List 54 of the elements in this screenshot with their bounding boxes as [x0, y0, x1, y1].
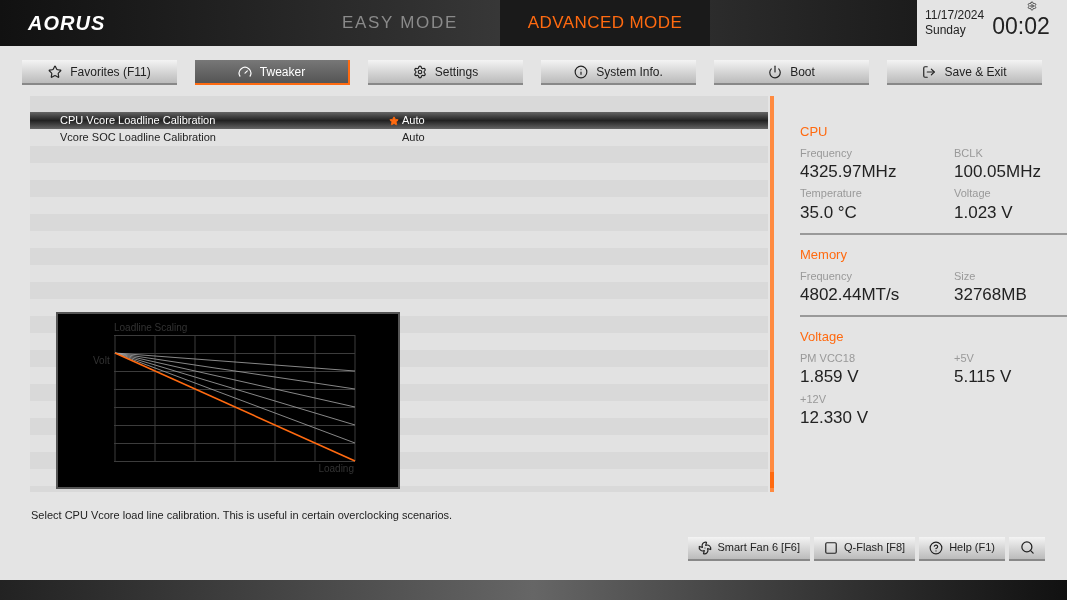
nav-tab[interactable]: System Info. — [541, 60, 696, 85]
nav-tab[interactable]: Tweaker — [195, 60, 350, 85]
day-text: Sunday — [925, 23, 967, 38]
help-icon — [929, 540, 944, 555]
section-title: Voltage — [800, 328, 845, 347]
setting-value: Auto — [402, 113, 425, 129]
time-text: 00:02 — [992, 11, 1050, 41]
info-label: Frequency — [800, 268, 853, 284]
section-title: CPU — [800, 123, 829, 141]
setting-name: CPU Vcore Loadline Calibration — [59, 113, 217, 129]
info-value: 100.05MHz — [954, 161, 1042, 183]
gear-icon — [412, 64, 427, 79]
exit-icon — [922, 64, 937, 79]
nav-tab[interactable]: Save & Exit — [887, 60, 1042, 85]
info-value: 5.115 V — [954, 366, 1013, 388]
power-icon — [768, 64, 783, 79]
fan-icon — [697, 540, 712, 555]
info-label: +5V — [954, 350, 975, 366]
info-label: Frequency — [800, 145, 853, 161]
mode-tab[interactable]: EASY MODE — [300, 0, 500, 46]
footer-button[interactable]: Help (F1) — [919, 536, 1005, 561]
description-text: Select CPU Vcore load line calibration. This is useful in certain overclocking scenarios. — [30, 508, 454, 523]
logo: AORUS — [28, 11, 106, 36]
date-text: 11/17/2024 — [925, 8, 985, 23]
info-label: Size — [954, 268, 977, 284]
info-value: 1.859 V — [800, 366, 860, 388]
star-icon — [48, 64, 63, 79]
search-icon — [1019, 540, 1035, 555]
footer-button[interactable]: Q-Flash [F8] — [814, 536, 916, 561]
info-value: 12.330 V — [800, 407, 870, 429]
setting-value: Auto — [402, 130, 425, 146]
setting-name: Vcore SOC Loadline Calibration — [59, 130, 217, 146]
section-title: Memory — [800, 246, 848, 264]
nav-tab[interactable]: Boot — [714, 60, 869, 85]
info-value: 32768MB — [954, 284, 1028, 306]
info-label: Temperature — [800, 186, 863, 202]
info-icon — [574, 64, 589, 79]
info-label: Voltage — [954, 186, 992, 202]
info-label: +12V — [800, 391, 827, 407]
settings-icon[interactable] — [1027, 1, 1037, 11]
footer-button[interactable]: Smart Fan 6 [F6] — [687, 536, 811, 561]
info-label: BCLK — [954, 145, 984, 161]
nav-tab[interactable]: Settings — [368, 60, 523, 85]
info-value: 1.023 V — [954, 201, 1014, 223]
mode-tab[interactable]: ADVANCED MODE — [500, 0, 710, 46]
info-label: PM VCC18 — [800, 350, 857, 366]
gauge-icon — [237, 64, 252, 79]
info-value: 4325.97MHz — [800, 161, 898, 183]
info-value: 35.0 °C — [800, 201, 858, 223]
search-button[interactable] — [1009, 536, 1045, 561]
setting-row[interactable]: Vcore SOC Loadline Calibration Auto — [30, 129, 768, 146]
nav-tab[interactable]: Favorites (F11) — [22, 60, 177, 85]
setting-row[interactable]: CPU Vcore Loadline Calibration Auto — [30, 112, 768, 129]
info-value: 4802.44MT/s — [800, 284, 901, 306]
